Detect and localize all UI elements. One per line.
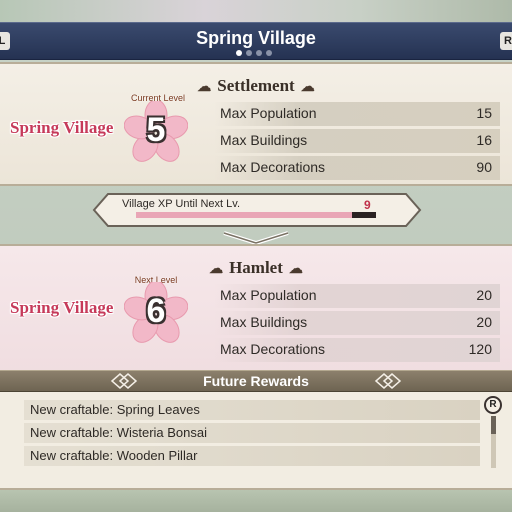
reward-text: New craftable: Wisteria Bonsai <box>30 425 208 440</box>
current-stat-row: Max Decorations 90 <box>214 156 500 180</box>
stat-value: 15 <box>476 105 492 121</box>
stat-value: 120 <box>468 341 492 357</box>
next-stat-row: Max Decorations 120 <box>214 338 500 362</box>
cloud-ornament-icon: ☁ <box>300 80 315 95</box>
stat-value: 90 <box>476 159 492 175</box>
list-item: New craftable: Wooden Pillar <box>24 446 480 466</box>
list-item: New craftable: Wisteria Bonsai <box>24 423 480 443</box>
current-level-number: 5 <box>146 111 166 149</box>
xp-box-frame <box>92 193 422 227</box>
rewards-list[interactable]: New craftable: Spring Leaves New craftab… <box>0 392 512 490</box>
scrollbar-thumb[interactable] <box>491 416 496 434</box>
stat-label: Max Buildings <box>220 314 308 330</box>
next-level-number: 6 <box>146 292 166 330</box>
stat-label: Max Population <box>220 287 317 303</box>
xp-progress-fill <box>136 212 352 218</box>
rewards-title: Future Rewards <box>203 373 309 389</box>
background-ground <box>0 490 512 512</box>
next-village-name: Spring Village <box>10 298 114 317</box>
current-rank-title: ☁ Settlement ☁ <box>0 76 512 96</box>
reward-text: New craftable: Spring Leaves <box>30 402 200 417</box>
stat-value: 20 <box>476 314 492 330</box>
next-stat-row: Max Buildings 20 <box>214 311 500 335</box>
current-village-name: Spring Village <box>10 118 114 137</box>
stat-label: Max Decorations <box>220 341 326 357</box>
xp-progress-box: Village XP Until Next Lv. 9 <box>92 190 422 230</box>
cloud-ornament-icon: ☁ <box>197 80 212 95</box>
stat-label: Max Buildings <box>220 132 308 148</box>
page-dot <box>266 50 272 56</box>
current-stat-row: Max Population 15 <box>214 102 500 126</box>
cloud-ornament-icon: ☁ <box>288 262 303 277</box>
page-dot <box>236 50 242 56</box>
next-level-panel: ☁ Hamlet ☁ Spring Village Next Level 6 Max… <box>0 244 512 380</box>
rewards-scrollbar[interactable] <box>491 416 496 468</box>
stat-value: 20 <box>476 287 492 303</box>
chevron-down-icon <box>223 231 289 245</box>
stat-label: Max Decorations <box>220 159 326 175</box>
current-rank-label: Settlement <box>217 76 295 95</box>
list-item: New craftable: Spring Leaves <box>24 400 480 420</box>
current-level-panel: ☁ Settlement ☁ Spring Village Current Leve… <box>0 62 512 186</box>
reward-text: New craftable: Wooden Pillar <box>30 448 198 463</box>
next-stat-row: Max Population 20 <box>214 284 500 308</box>
xp-remaining-value: 9 <box>364 198 371 212</box>
page-dot <box>256 50 262 56</box>
stat-label: Max Population <box>220 105 317 121</box>
next-rank-title: ☁ Hamlet ☁ <box>0 258 512 278</box>
xp-progress-track <box>136 212 376 218</box>
next-rank-label: Hamlet <box>229 258 283 277</box>
cloud-ornament-icon: ☁ <box>209 262 224 277</box>
page-dot <box>246 50 252 56</box>
xp-label: Village XP Until Next Lv. <box>122 198 241 210</box>
current-stat-row: Max Buildings 16 <box>214 129 500 153</box>
background-sky <box>0 0 512 22</box>
scroll-key-r[interactable]: R <box>484 396 502 414</box>
stat-value: 16 <box>476 132 492 148</box>
page-title: Spring Village <box>196 28 316 48</box>
page-indicator <box>236 50 272 56</box>
